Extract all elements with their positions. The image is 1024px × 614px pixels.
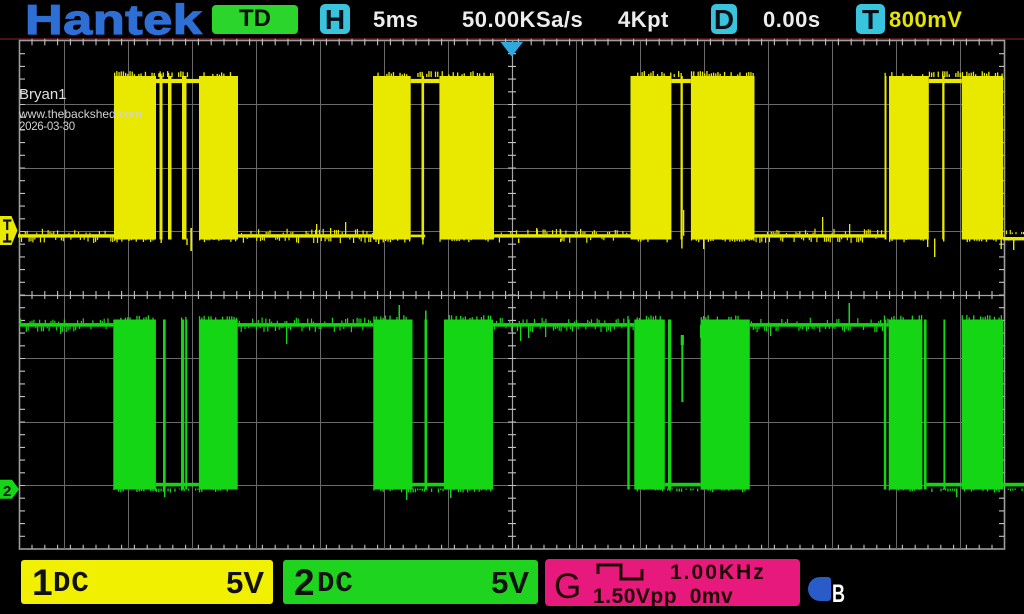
svg-text:B: B [832,580,845,605]
svg-text:2: 2 [3,483,11,500]
